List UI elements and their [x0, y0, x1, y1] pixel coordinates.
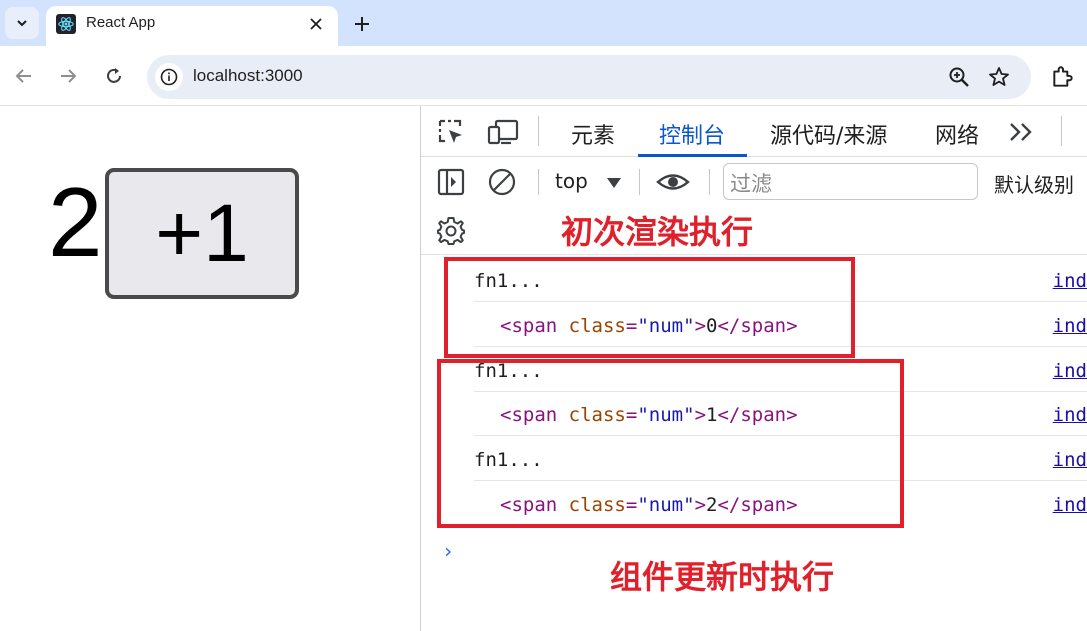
react-logo-icon — [56, 14, 76, 34]
source-link[interactable]: ind — [1053, 449, 1087, 471]
toolbar-separator — [538, 116, 539, 146]
tab-strip: React App — [0, 0, 1087, 46]
annotation-initial-render: 初次渲染执行 — [561, 213, 754, 251]
tab-title: React App — [86, 14, 156, 31]
tab-sources[interactable]: 源代码/来源 — [770, 118, 887, 150]
bookmark-star-icon[interactable] — [987, 65, 1011, 89]
browser-toolbar: localhost:3000 — [0, 46, 1087, 106]
browser-tab[interactable]: React App — [46, 6, 338, 46]
source-link[interactable]: ind — [1053, 270, 1087, 292]
tab-network[interactable]: 网络 — [935, 118, 979, 150]
zoom-icon[interactable] — [947, 65, 971, 89]
annotation-on-update: 组件更新时执行 — [610, 558, 835, 596]
arrow-right-icon — [61, 69, 77, 83]
clear-console-icon[interactable] — [487, 167, 517, 197]
toolbar-separator — [1061, 116, 1062, 146]
increment-button[interactable]: +1 — [105, 168, 299, 299]
log-levels-dropdown[interactable]: 默认级别 — [994, 169, 1074, 198]
plus-icon — [355, 17, 369, 31]
annotation-box-update — [437, 359, 904, 528]
source-link[interactable]: ind — [1053, 404, 1087, 426]
context-selector[interactable]: top — [555, 169, 588, 193]
console-settings-row — [421, 207, 1087, 255]
toolbar-separator — [709, 169, 710, 195]
extensions-puzzle-icon[interactable] — [1050, 64, 1076, 90]
device-toolbar-icon[interactable] — [487, 117, 519, 147]
source-link[interactable]: ind — [1053, 360, 1087, 382]
toolbar-separator — [639, 169, 640, 195]
forward-button[interactable] — [54, 62, 82, 90]
console-filter-input[interactable]: 过滤 — [723, 163, 978, 200]
info-icon — [160, 68, 178, 86]
live-expression-eye-icon[interactable] — [656, 167, 690, 197]
arrow-left-icon — [15, 69, 31, 83]
tab-console[interactable]: 控制台 — [659, 118, 725, 150]
source-link[interactable]: ind — [1053, 315, 1087, 337]
close-icon — [310, 18, 322, 30]
toolbar-separator — [538, 169, 539, 195]
reload-icon — [107, 68, 121, 83]
close-tab-button[interactable] — [304, 12, 328, 36]
annotation-box-initial — [444, 257, 855, 358]
gear-icon[interactable] — [436, 216, 466, 246]
source-link[interactable]: ind — [1053, 494, 1087, 516]
back-button[interactable] — [10, 62, 38, 90]
console-filter-bar: top 过滤 默认级别 — [421, 157, 1087, 207]
dropdown-arrow-icon[interactable] — [606, 177, 622, 189]
site-info-button[interactable] — [155, 63, 183, 91]
more-tabs-chevron-icon[interactable] — [1008, 120, 1036, 144]
tab-elements[interactable]: 元素 — [571, 118, 615, 150]
devtools-tab-bar: 元素 控制台 源代码/来源 网络 — [421, 106, 1087, 157]
reload-button[interactable] — [100, 62, 128, 90]
inspect-element-icon[interactable] — [436, 117, 466, 147]
chevron-down-icon — [17, 20, 27, 27]
console-prompt[interactable]: › — [442, 539, 454, 563]
url-text: localhost:3000 — [193, 66, 303, 85]
counter-value: 2 — [48, 167, 103, 277]
new-tab-button[interactable] — [348, 10, 376, 38]
sidebar-toggle-icon[interactable] — [436, 167, 466, 197]
tab-search-button[interactable] — [5, 7, 39, 39]
address-bar[interactable]: localhost:3000 — [147, 55, 1031, 99]
web-page: 2 +1 — [0, 106, 420, 631]
